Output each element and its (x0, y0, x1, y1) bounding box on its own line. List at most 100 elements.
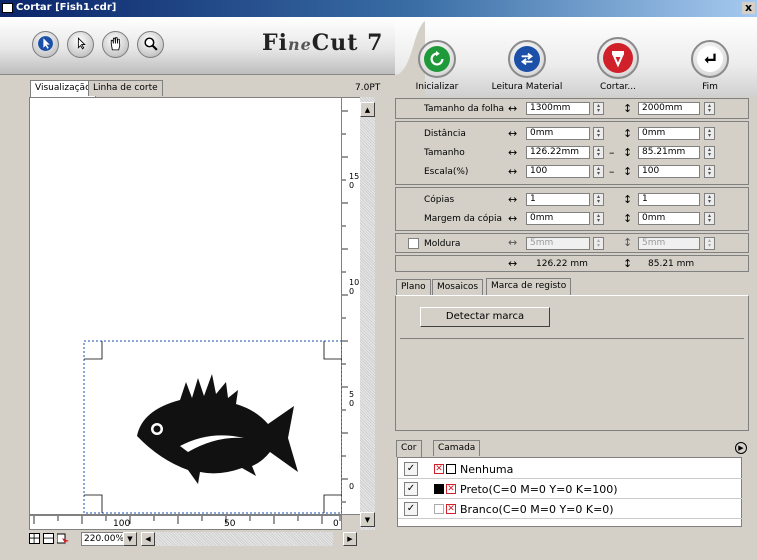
frame-x-input[interactable]: 5mm (526, 237, 590, 250)
tab-mosaics[interactable]: Mosaicos (432, 279, 484, 295)
scroll-down-button[interactable]: ▼ (360, 512, 375, 527)
size-x-spinner[interactable]: ▴ ▾ (593, 146, 604, 159)
sheet-size-group: Tamanho da folha ↔ 1300mm ▴ ▾ ↕ 2000mm ▴ ▾ (395, 98, 749, 119)
margin-x-input[interactable]: 0mm (526, 212, 590, 225)
cross-swatch-icon: ✕ (446, 504, 456, 514)
initialize-button[interactable] (418, 40, 456, 78)
distance-x-spinner[interactable]: ▴ ▾ (593, 127, 604, 140)
cutter-icon (603, 43, 633, 73)
copies-y-input[interactable]: 1 (638, 193, 700, 206)
scale-y-spinner[interactable]: ▴ ▾ (704, 165, 715, 178)
preview-bottom-bar: 220.00% ▼ ◀ ▶ (29, 530, 375, 548)
fit-width-icon[interactable] (43, 533, 54, 544)
hruler-label-0: 0 (333, 519, 339, 529)
scroll-left-button[interactable]: ◀ (141, 532, 155, 546)
reg-mark-panel: Detectar marca (395, 295, 749, 431)
horizontal-arrow-icon: ↔ (508, 193, 518, 206)
scale-x-spinner[interactable]: ▴ ▾ (593, 165, 604, 178)
sheet-width-input[interactable]: 1300mm (526, 102, 590, 115)
vertical-arrow-icon: ↕ (623, 127, 633, 140)
copies-group: Cópias ↔ 1 ▴ ▾ ↕ 1 ▴ ▾ Margem da cópia ↔ 0… (395, 187, 749, 231)
horizontal-ruler: 100 50 0 (29, 515, 342, 530)
black-swatch-icon (434, 484, 444, 494)
fit-object-icon[interactable] (56, 532, 70, 545)
margin-y-input[interactable]: 0mm (638, 212, 700, 225)
panel-menu-icon[interactable]: ▶ (735, 442, 747, 454)
cross-swatch-icon: ✕ (446, 484, 456, 494)
pointer-tool-button[interactable] (67, 31, 94, 58)
distance-y-input[interactable]: 0mm (638, 127, 700, 140)
color-list: ✓ ✕ Nenhuma ✓ ✕ Preto(C=0 M=0 Y=0 K=100)… (397, 457, 743, 527)
horizontal-arrow-icon: ↔ (508, 146, 518, 159)
horizontal-scrollbar[interactable] (155, 532, 333, 546)
horizontal-arrow-icon: ↔ (508, 212, 518, 225)
tab-layer[interactable]: Camada (433, 440, 481, 456)
horizontal-ruler-ticks (33, 516, 341, 524)
margin-y-spinner[interactable]: ▴ ▾ (704, 212, 715, 225)
copies-y-spinner[interactable]: ▴ ▾ (704, 193, 715, 206)
copies-x-spinner[interactable]: ▴ ▾ (593, 193, 604, 206)
distance-y-spinner[interactable]: ▴ ▾ (704, 127, 715, 140)
size-x-input[interactable]: 126.22mm (526, 146, 590, 159)
frame-group: Moldura ↔ 5mm ▴ ▾ ↕ 5mm ▴ ▾ (395, 233, 749, 253)
pointer-select-tool-button[interactable] (32, 31, 59, 58)
hand-tool-button[interactable] (102, 31, 129, 58)
sheet-height-spinner[interactable]: ▴ ▾ (704, 102, 715, 115)
tab-color[interactable]: Cor (396, 440, 422, 457)
read-material-label: Leitura Material (491, 82, 563, 92)
scroll-right-button[interactable]: ▶ (343, 532, 357, 546)
white-swatch-icon (434, 504, 444, 514)
checkbox-nenhuma[interactable]: ✓ (404, 462, 418, 476)
tab-reg-mark[interactable]: Marca de registo (486, 278, 572, 296)
cut-button[interactable] (597, 37, 639, 79)
list-item[interactable]: ✓ ✕ Branco(C=0 M=0 Y=0 K=0) (398, 500, 743, 519)
horizontal-arrow-icon: ↔ (508, 257, 518, 270)
sheet-height-input[interactable]: 2000mm (638, 102, 700, 115)
vruler-label-50: 50 (349, 390, 355, 408)
size-y-input[interactable]: 85.21mm (638, 146, 700, 159)
scale-y-input[interactable]: 100 (638, 165, 700, 178)
read-material-button[interactable] (508, 40, 546, 78)
sheet-width-spinner[interactable]: ▴ ▾ (593, 102, 604, 115)
detect-mark-button[interactable]: Detectar marca (420, 307, 550, 327)
end-button[interactable] (691, 40, 729, 78)
hruler-label-50: 50 (224, 519, 236, 529)
tab-plan[interactable]: Plano (396, 279, 431, 295)
zoom-dropdown-button[interactable]: ▼ (123, 532, 137, 546)
vruler-label-100: 10 0 (349, 278, 360, 296)
size-y-spinner[interactable]: ▴ ▾ (704, 146, 715, 159)
reg-mark-bottom-left (84, 494, 103, 513)
scale-x-input[interactable]: 100 (526, 165, 590, 178)
frame-checkbox[interactable] (408, 238, 419, 249)
divider (400, 338, 744, 339)
scale-label: Escala(%) (424, 167, 469, 177)
frame-y-spinner[interactable]: ▴ ▾ (704, 237, 715, 250)
fish-drawing (137, 374, 298, 484)
hand-icon (107, 35, 124, 55)
frame-x-spinner[interactable]: ▴ ▾ (593, 237, 604, 250)
white-swatch-icon (446, 464, 456, 474)
scroll-up-button[interactable]: ▲ (360, 102, 375, 117)
copies-x-input[interactable]: 1 (526, 193, 590, 206)
frame-y-input[interactable]: 5mm (638, 237, 700, 250)
distance-x-input[interactable]: 0mm (526, 127, 590, 140)
list-item[interactable]: ✓ ✕ Nenhuma (398, 460, 743, 479)
close-button[interactable]: x (742, 2, 755, 14)
zoom-tool-button[interactable] (137, 31, 164, 58)
cut-label: Cortar... (600, 82, 636, 92)
position-group: Distância ↔ 0mm ▴ ▾ ↕ 0mm ▴ ▾ Tamanho ↔ 12… (395, 121, 749, 185)
title-bar: Cortar [Fish1.cdr] x (0, 0, 757, 17)
preview-canvas[interactable] (29, 97, 343, 515)
checkbox-preto[interactable]: ✓ (404, 482, 418, 496)
vertical-arrow-icon: ↕ (623, 165, 633, 178)
vertical-scrollbar[interactable]: ▲ ▼ (360, 97, 375, 530)
checkbox-branco[interactable]: ✓ (404, 502, 418, 516)
reg-mark-top-right (323, 341, 342, 360)
vertical-arrow-icon: ↕ (623, 212, 633, 225)
tab-preview[interactable]: Visualização (30, 80, 96, 97)
pt-label: 7.0PT (355, 83, 381, 93)
margin-x-spinner[interactable]: ▴ ▾ (593, 212, 604, 225)
tab-cut-line[interactable]: Linha de corte (88, 80, 163, 96)
list-item[interactable]: ✓ ✕ Preto(C=0 M=0 Y=0 K=100) (398, 480, 743, 499)
fit-page-icon[interactable] (29, 533, 40, 544)
